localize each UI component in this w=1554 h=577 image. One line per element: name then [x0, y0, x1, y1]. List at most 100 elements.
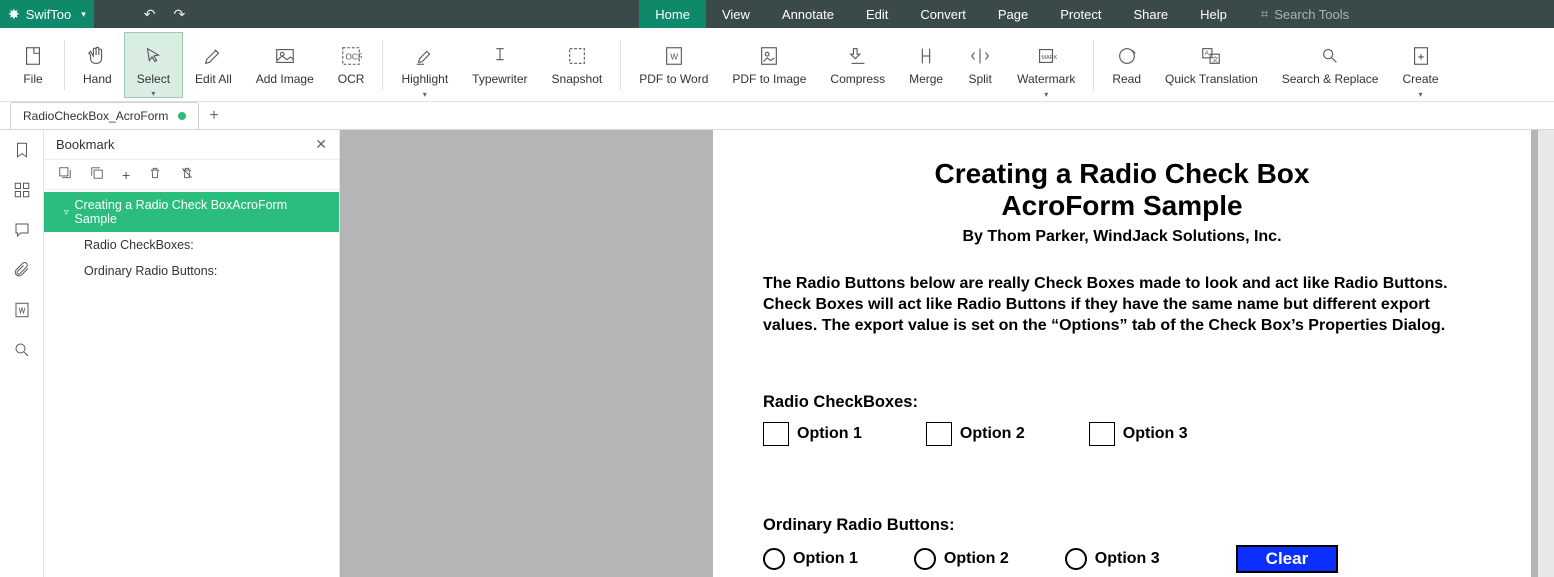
add-bookmark-icon[interactable]: +	[122, 167, 130, 183]
add-tab-button[interactable]: +	[209, 107, 218, 125]
ribbon-ocr[interactable]: OCROCR	[326, 32, 377, 98]
page-body-text: The Radio Buttons below are really Check…	[763, 274, 1481, 336]
delete-bookmark-icon[interactable]	[148, 166, 162, 183]
chevron-down-icon: ▾	[81, 9, 86, 20]
radio-option-1[interactable]	[763, 548, 785, 570]
bookmark-tree: ▿Creating a Radio Check BoxAcroForm Samp…	[44, 190, 339, 577]
typewriter-icon	[489, 44, 511, 68]
ribbon-pdf-to-image[interactable]: PDF to Image	[720, 32, 818, 98]
radio-option-3[interactable]	[1065, 548, 1087, 570]
quick-translation-icon: A文	[1200, 44, 1222, 68]
bookmark-item-label: Ordinary Radio Buttons:	[84, 264, 217, 278]
ocr-icon: OCR	[340, 44, 362, 68]
bookmark-panel: Bookmark ✕ + ▿Creating a Radio Check Box…	[44, 130, 340, 577]
menu-annotate[interactable]: Annotate	[766, 0, 850, 28]
ribbon-file[interactable]: File	[8, 32, 58, 98]
delete-all-bookmarks-icon[interactable]	[180, 166, 194, 183]
ribbon-add-image[interactable]: Add Image	[244, 32, 326, 98]
ribbon-select[interactable]: Select▾	[124, 32, 183, 98]
ribbon-hand[interactable]: Hand	[71, 32, 124, 98]
bookmark-item[interactable]: Radio CheckBoxes:	[44, 232, 339, 258]
section-radio-buttons: Ordinary Radio Buttons:	[763, 516, 1481, 535]
watermark-icon: MARK	[1035, 44, 1057, 68]
collapse-bookmark-icon[interactable]	[90, 166, 104, 183]
radio-row: Option 1 Option 2 Option 3 Clear	[763, 545, 1481, 573]
ribbon-compress[interactable]: Compress	[818, 32, 897, 98]
read-icon	[1116, 44, 1138, 68]
ribbon-watermark[interactable]: MARKWatermark▾	[1005, 32, 1087, 98]
menu-page[interactable]: Page	[982, 0, 1044, 28]
page-title: Creating a Radio Check Box AcroForm Samp…	[763, 158, 1481, 222]
svg-text:MARK: MARK	[1042, 54, 1058, 60]
checkbox-option-3[interactable]	[1089, 422, 1115, 446]
redo-icon[interactable]: ↷	[174, 6, 186, 23]
checkbox-row: Option 1 Option 2 Option 3	[763, 422, 1481, 446]
side-rail	[0, 130, 44, 577]
select-icon	[142, 44, 164, 68]
word-rail-icon[interactable]	[12, 300, 32, 320]
document-viewer[interactable]: Creating a Radio Check Box AcroForm Samp…	[340, 130, 1554, 577]
checkbox-option-1[interactable]	[763, 422, 789, 446]
ribbon-create[interactable]: Create▾	[1390, 32, 1450, 98]
page-author: By Thom Parker, WindJack Solutions, Inc.	[763, 228, 1481, 246]
svg-text:A: A	[1205, 50, 1210, 57]
split-icon	[969, 44, 991, 68]
document-tab[interactable]: RadioCheckBox_AcroForm	[10, 102, 199, 129]
menu-home[interactable]: Home	[639, 0, 706, 28]
bookmark-toolbar: +	[44, 160, 339, 190]
ribbon-merge[interactable]: Merge	[897, 32, 955, 98]
vertical-scrollbar[interactable]	[1538, 130, 1554, 577]
menu-share[interactable]: Share	[1117, 0, 1184, 28]
undo-icon[interactable]: ↶	[144, 6, 156, 23]
thumbnails-rail-icon[interactable]	[12, 180, 32, 200]
bookmark-item-label: Radio CheckBoxes:	[84, 238, 194, 252]
checkbox-option-2[interactable]	[926, 422, 952, 446]
ribbon: File HandSelect▾Edit AllAdd ImageOCROCRHi…	[0, 28, 1554, 102]
ribbon-split[interactable]: Split	[955, 32, 1005, 98]
search-rail-icon[interactable]	[12, 340, 32, 360]
bookmark-panel-header: Bookmark ✕	[44, 130, 339, 160]
menu-edit[interactable]: Edit	[850, 0, 904, 28]
bookmark-item[interactable]: Ordinary Radio Buttons:	[44, 258, 339, 284]
ribbon-quick-translation[interactable]: A文Quick Translation	[1153, 32, 1270, 98]
collapse-icon: ▿	[64, 207, 69, 218]
compress-icon	[847, 44, 869, 68]
ribbon-search-replace[interactable]: Search & Replace	[1270, 32, 1391, 98]
app-logo-icon: ✸	[8, 6, 20, 23]
ribbon-edit-all[interactable]: Edit All	[183, 32, 244, 98]
pdf-page: Creating a Radio Check Box AcroForm Samp…	[713, 130, 1531, 577]
svg-text:W: W	[670, 52, 678, 61]
search-input[interactable]	[1274, 7, 1394, 22]
bookmark-panel-title: Bookmark	[56, 137, 115, 152]
titlebar: ✸ SwifToo ▾ ↶ ↷ HomeViewAnnotateEditConv…	[0, 0, 1554, 28]
svg-text:文: 文	[1212, 54, 1219, 63]
create-icon	[1410, 44, 1432, 68]
quick-access-toolbar: ↶ ↷	[94, 6, 199, 23]
highlight-icon	[414, 44, 436, 68]
merge-icon	[915, 44, 937, 68]
pdf-to-image-icon	[758, 44, 780, 68]
bookmark-item[interactable]: ▿Creating a Radio Check BoxAcroForm Samp…	[44, 192, 339, 232]
ribbon-highlight[interactable]: Highlight▾	[389, 32, 460, 98]
menu-protect[interactable]: Protect	[1044, 0, 1117, 28]
bookmark-rail-icon[interactable]	[12, 140, 32, 160]
close-icon[interactable]: ✕	[315, 136, 327, 153]
menu-help[interactable]: Help	[1184, 0, 1243, 28]
app-menu-button[interactable]: ✸ SwifToo ▾	[0, 0, 94, 28]
ribbon-read[interactable]: Read	[1100, 32, 1153, 98]
menu-convert[interactable]: Convert	[904, 0, 982, 28]
pdf-to-word-icon: W	[663, 44, 685, 68]
ribbon-typewriter[interactable]: Typewriter	[460, 32, 539, 98]
file-icon	[22, 44, 44, 68]
attachments-rail-icon[interactable]	[12, 260, 32, 280]
search-tools[interactable]: ⌗	[1261, 6, 1394, 22]
expand-bookmark-icon[interactable]	[58, 166, 72, 183]
menu-view[interactable]: View	[706, 0, 766, 28]
ribbon-snapshot[interactable]: Snapshot	[540, 32, 615, 98]
clear-button[interactable]: Clear	[1236, 545, 1339, 573]
ribbon-pdf-to-word[interactable]: WPDF to Word	[627, 32, 720, 98]
comments-rail-icon[interactable]	[12, 220, 32, 240]
main-area: Bookmark ✕ + ▿Creating a Radio Check Box…	[0, 130, 1554, 577]
radio-option-2[interactable]	[914, 548, 936, 570]
chevron-down-icon: ▾	[1044, 90, 1048, 99]
